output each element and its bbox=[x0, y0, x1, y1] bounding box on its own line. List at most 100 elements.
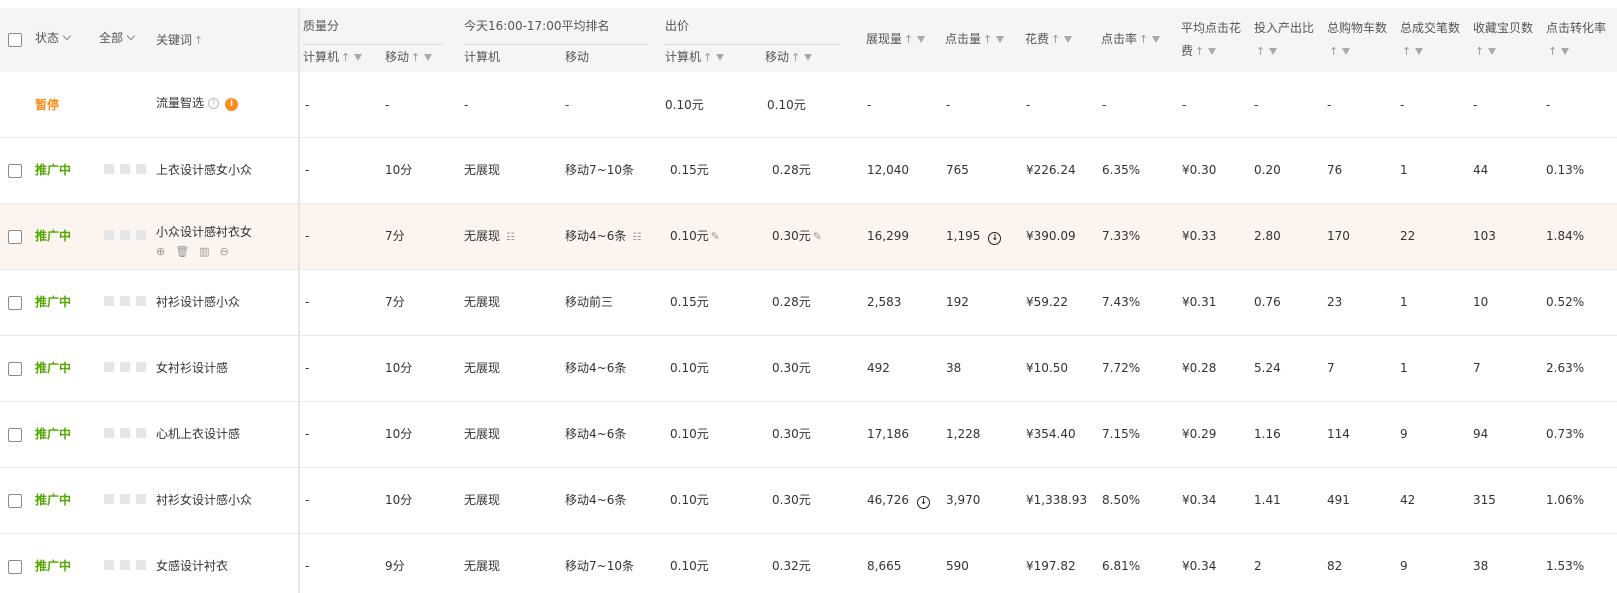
edit-pencil-icon[interactable]: ✎ bbox=[711, 230, 720, 243]
edit-pencil-icon[interactable]: ✎ bbox=[813, 230, 822, 243]
download-icon[interactable]: ↓ bbox=[988, 232, 1002, 245]
favorites-value: 38 bbox=[1473, 559, 1489, 573]
sort-up-icon[interactable]: ↑ bbox=[1139, 33, 1148, 46]
orders-value: 1 bbox=[1400, 295, 1408, 309]
rank-mobile-value: 移动4~6条 bbox=[565, 361, 627, 375]
bid-mobile-header[interactable]: 移动 ↑ bbox=[765, 49, 813, 66]
filter-icon[interactable] bbox=[1064, 36, 1073, 43]
quality-mobile-value: 10分 bbox=[385, 493, 413, 507]
list-icon[interactable]: ☷ bbox=[632, 232, 644, 243]
bid-mobile-value: 0.30元 bbox=[772, 361, 811, 375]
sort-up-icon[interactable]: ↑ bbox=[1195, 45, 1204, 58]
ranking-pc-header: 计算机 bbox=[464, 50, 501, 64]
impressions-value: 17,186 bbox=[867, 427, 909, 441]
table-row: 推广中 衬衫女设计感小众 - 10分 无展现 移动4~6条 0.10元 0.30… bbox=[0, 468, 1617, 534]
filter-icon[interactable] bbox=[1488, 48, 1497, 55]
favorites-value: 44 bbox=[1473, 163, 1489, 177]
filter-icon[interactable] bbox=[917, 36, 926, 43]
filter-icon[interactable] bbox=[804, 54, 813, 61]
ctr-value: 7.43% bbox=[1102, 295, 1141, 309]
cart-value: 7 bbox=[1327, 361, 1335, 375]
quality-mobile-header[interactable]: 移动 ↑ bbox=[385, 49, 433, 66]
clicks-header[interactable]: 点击量 ↑ bbox=[945, 31, 1005, 48]
bid-pc-header[interactable]: 计算机 ↑ bbox=[665, 49, 725, 66]
sort-up-icon[interactable]: ↑ bbox=[341, 51, 350, 64]
roi-value: 1.16 bbox=[1254, 427, 1281, 441]
row-checkbox[interactable] bbox=[8, 362, 22, 376]
cost-value: ¥226.24 bbox=[1026, 163, 1076, 177]
rank-pc-value: 无展现 bbox=[464, 295, 501, 309]
bid-mobile-cell[interactable]: 0.30元 ✎ bbox=[772, 228, 822, 245]
target-icon[interactable]: ⊕ bbox=[156, 244, 165, 260]
filter-icon[interactable] bbox=[1415, 48, 1424, 55]
filter-icon[interactable] bbox=[1152, 36, 1161, 43]
cart-header-sort[interactable]: ↑ bbox=[1327, 43, 1351, 60]
cart-value: 23 bbox=[1327, 295, 1343, 309]
sort-up-icon[interactable]: ↑ bbox=[1329, 45, 1338, 58]
ctr-value: 6.35% bbox=[1102, 163, 1141, 177]
cvr-header-sort[interactable]: ↑ bbox=[1546, 43, 1570, 60]
trash-icon[interactable]: 🗑 bbox=[175, 244, 189, 260]
row-checkbox[interactable] bbox=[8, 230, 22, 244]
roi-header-sort[interactable]: ↑ bbox=[1254, 43, 1278, 60]
ctr-header[interactable]: 点击率 ↑ bbox=[1101, 31, 1161, 48]
sort-up-icon[interactable]: ↑ bbox=[411, 51, 420, 64]
sort-up-icon[interactable]: ↑ bbox=[983, 33, 992, 46]
sort-up-icon[interactable]: ↑ bbox=[1475, 45, 1484, 58]
cvr-value: 1.84% bbox=[1546, 229, 1585, 243]
filter-icon[interactable] bbox=[1269, 48, 1278, 55]
filter-icon[interactable] bbox=[424, 54, 433, 61]
impressions-header[interactable]: 展现量 ↑ bbox=[866, 31, 926, 48]
sort-up-icon[interactable]: ↑ bbox=[194, 34, 203, 47]
sort-up-icon[interactable]: ↑ bbox=[1548, 45, 1557, 58]
all-filter[interactable]: 全部 bbox=[99, 30, 136, 46]
sort-up-icon[interactable]: ↑ bbox=[1256, 45, 1265, 58]
favorites-header-sort[interactable]: ↑ bbox=[1473, 43, 1497, 60]
bid-mobile-value: 0.30元 bbox=[772, 229, 811, 243]
download-icon[interactable]: ↓ bbox=[917, 496, 930, 509]
filter-icon[interactable] bbox=[1561, 48, 1570, 55]
bar-chart-icon[interactable]: ▥ bbox=[199, 244, 209, 260]
search-icon[interactable]: ⊖ bbox=[220, 244, 229, 260]
status-filter[interactable]: 状态 bbox=[35, 30, 72, 46]
row-checkbox[interactable] bbox=[8, 296, 22, 310]
filter-icon[interactable] bbox=[716, 54, 725, 61]
filter-icon[interactable] bbox=[1342, 48, 1351, 55]
filter-icon[interactable] bbox=[1208, 48, 1217, 55]
sort-up-icon[interactable]: ↑ bbox=[703, 51, 712, 64]
filter-icon[interactable] bbox=[996, 36, 1005, 43]
keyword-text: 衬衫设计感小众 bbox=[156, 295, 241, 309]
row-checkbox[interactable] bbox=[8, 164, 22, 178]
status-badge: 推广中 bbox=[35, 559, 72, 573]
table-row: 推广中 上衣设计感女小众 - 10分 无展现 移动7~10条 0.15元 0.2… bbox=[0, 138, 1617, 204]
row-checkbox[interactable] bbox=[8, 560, 22, 574]
row-checkbox[interactable] bbox=[8, 494, 22, 508]
cpc-value: ¥0.29 bbox=[1182, 427, 1217, 441]
sort-up-icon[interactable]: ↑ bbox=[791, 51, 800, 64]
roi-value: 1.41 bbox=[1254, 493, 1281, 507]
filter-icon[interactable] bbox=[354, 54, 363, 61]
bid-pc-cell[interactable]: 0.10元 ✎ bbox=[670, 228, 720, 245]
keyword-header[interactable]: 关键词 ↑ bbox=[156, 32, 203, 49]
cost-value: - bbox=[1026, 98, 1031, 112]
sort-up-icon[interactable]: ↑ bbox=[1402, 45, 1411, 58]
bid-mobile-value: 0.28元 bbox=[772, 295, 811, 309]
select-all-checkbox[interactable] bbox=[8, 33, 22, 47]
keyword-text: 女衬衫设计感 bbox=[156, 361, 229, 375]
avg-cpc-header: 平均点击花 bbox=[1181, 21, 1242, 35]
orders-header-sort[interactable]: ↑ bbox=[1400, 43, 1424, 60]
cost-header[interactable]: 花费 ↑ bbox=[1025, 31, 1073, 48]
quality-pc-header[interactable]: 计算机 ↑ bbox=[303, 49, 363, 66]
sort-up-icon[interactable]: ↑ bbox=[1051, 33, 1060, 46]
quality-pc-value: - bbox=[305, 361, 310, 375]
row-checkbox[interactable] bbox=[8, 428, 22, 442]
help-icon[interactable]: ? bbox=[208, 98, 220, 109]
orders-value: 1 bbox=[1400, 163, 1408, 177]
cart-header: 总购物车数 bbox=[1327, 21, 1388, 35]
cart-value: 114 bbox=[1327, 427, 1350, 441]
list-icon[interactable]: ☷ bbox=[506, 232, 518, 243]
avg-cpc-header-sort[interactable]: 费 ↑ bbox=[1181, 43, 1217, 60]
info-icon[interactable]: i bbox=[225, 98, 239, 111]
quality-mobile-value: 10分 bbox=[385, 427, 413, 441]
sort-up-icon[interactable]: ↑ bbox=[904, 33, 913, 46]
